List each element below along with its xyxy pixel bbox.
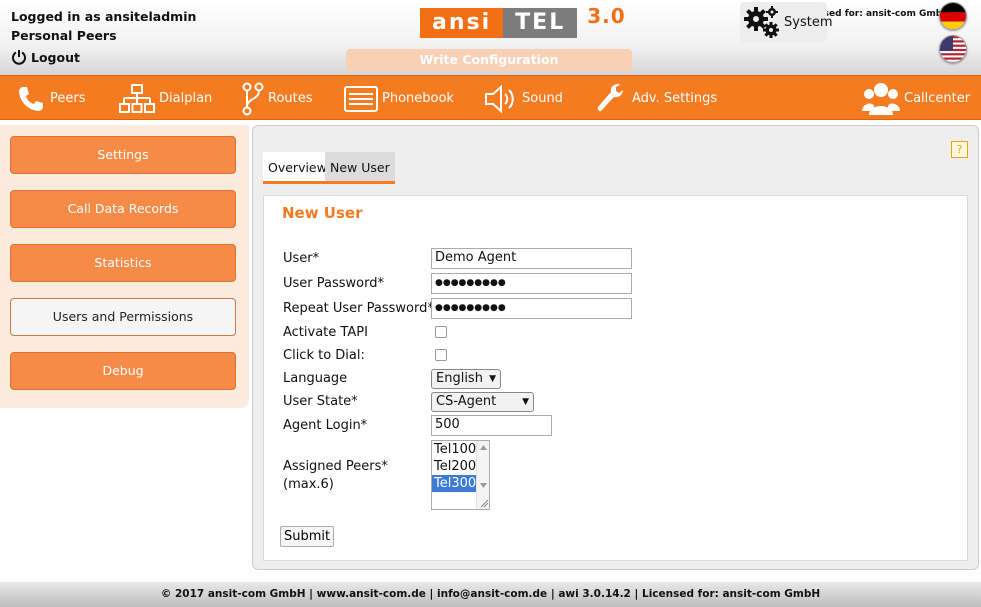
wrench-icon [597,83,623,111]
user-password-input[interactable]: ●●●●●●●●● [431,273,632,294]
phonebook-icon [344,85,378,112]
footer: © 2017 ansit-com GmbH | www.ansit-com.de… [0,582,981,607]
nav-callcenter[interactable]: Callcenter [862,77,970,120]
assigned-peers-max: (max.6) [283,477,334,492]
users-icon [862,82,900,115]
logo-version: 3.0 [587,4,626,28]
ansitel-logo: ansi TEL 3.0 [420,4,626,38]
tab-new-user[interactable]: New User [325,152,395,184]
logo-tel: TEL [503,8,578,38]
agent-login-label: Agent Login* [283,418,368,433]
listbox-scrollbar[interactable] [476,441,489,509]
sidebar-item-call-data-records[interactable]: Call Data Records [10,190,236,228]
nav-adv-settings-label: Adv. Settings [632,91,718,106]
route-fork-icon [242,82,264,115]
nav-routes-label: Routes [268,91,313,106]
sidebar-item-statistics[interactable]: Statistics [10,244,236,282]
user-label: User* [283,251,320,266]
write-configuration-button[interactable]: Write Configuration [346,49,632,71]
logout-button[interactable]: Logout [11,49,80,65]
nav-callcenter-label: Callcenter [904,91,971,106]
logout-label: Logout [31,49,80,65]
nav-phonebook[interactable]: Phonebook [344,77,454,120]
user-state-label: User State* [283,394,358,409]
logged-in-text: Logged in as ansiteladmin [11,9,197,24]
sidebar-item-debug[interactable]: Debug [10,352,236,390]
chevron-down-icon: ▼ [522,397,529,407]
activate-tapi-label: Activate TAPI [283,325,368,340]
sidebar-item-settings[interactable]: Settings [10,136,236,174]
assigned-peers-label: Assigned Peers* [283,459,388,474]
user-state-select-value: CS-Agent [436,394,497,409]
repeat-password-label: Repeat User Password* [283,301,434,316]
nav-sound-label: Sound [522,91,563,106]
nav-peers-label: Peers [50,91,86,106]
nav-peers[interactable]: Peers [16,77,86,120]
activate-tapi-checkbox[interactable] [435,326,447,338]
peer-option[interactable]: Tel200 [432,458,476,475]
nav-dialplan[interactable]: Dialplan [119,77,212,120]
click-to-dial-label: Click to Dial: [283,348,365,363]
nav-sound[interactable]: Sound [484,77,563,120]
agent-login-input[interactable]: 500 [431,415,552,436]
nav-routes[interactable]: Routes [242,77,313,120]
nav-phonebook-label: Phonebook [382,91,454,106]
user-input[interactable]: Demo Agent [431,248,632,269]
language-select[interactable]: English ▼ [431,369,501,389]
personal-peers-link[interactable]: Personal Peers [11,28,117,43]
nav-dialplan-label: Dialplan [159,91,213,106]
submit-button[interactable]: Submit [280,526,335,547]
language-label: Language [283,371,348,386]
gears-icon [744,6,779,38]
us-flag-icon[interactable] [939,35,967,63]
nav-system-label: System [784,14,833,30]
panel-title: New User [282,204,363,222]
language-select-value: English [436,371,483,386]
speaker-icon [485,84,514,113]
peer-option[interactable]: Tel100 [432,441,476,458]
user-password-label: User Password* [283,276,384,291]
tab-overview[interactable]: Overview [263,152,332,184]
peer-option-selected[interactable]: Tel300 [432,475,476,492]
sidebar-item-users-and-permissions[interactable]: Users and Permissions [10,298,236,336]
power-icon [12,50,26,65]
chevron-down-icon: ▼ [489,374,496,384]
nav-adv-settings[interactable]: Adv. Settings [596,77,717,120]
user-state-select[interactable]: CS-Agent ▼ [431,392,534,412]
phone-icon [19,86,43,111]
assigned-peers-listbox[interactable]: Tel100 Tel200 Tel300 [431,440,490,510]
help-icon[interactable]: ? [951,141,968,158]
german-flag-icon[interactable] [939,2,967,30]
click-to-dial-checkbox[interactable] [435,349,447,361]
sitemap-icon [119,83,155,113]
logo-ansi: ansi [420,8,504,38]
nav-system[interactable]: System [740,2,832,42]
repeat-password-input[interactable]: ●●●●●●●●● [431,298,632,319]
